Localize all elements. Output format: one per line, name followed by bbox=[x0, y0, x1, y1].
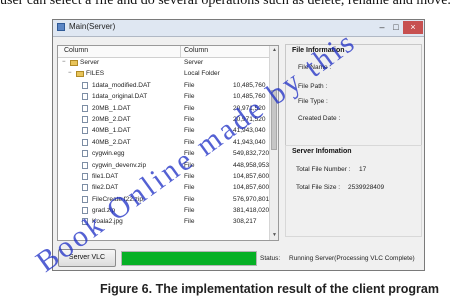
column-header-name[interactable]: Column bbox=[64, 47, 88, 54]
app-icon bbox=[57, 23, 65, 31]
tree-row-size: 308,217 bbox=[233, 218, 257, 226]
tree-row-name: Server bbox=[80, 59, 100, 66]
file-icon bbox=[82, 93, 88, 101]
tree-row-name: 20MB_2.DAT bbox=[92, 115, 131, 123]
close-button[interactable]: × bbox=[403, 21, 423, 34]
total-file-number-label: Total File Number : bbox=[296, 166, 351, 173]
tree-row-size: 448,958,953 bbox=[233, 161, 270, 169]
created-date-label: Created Date : bbox=[298, 115, 341, 122]
file-icon bbox=[82, 127, 88, 135]
status-label: Status: bbox=[260, 255, 281, 262]
file-icon bbox=[82, 104, 88, 112]
expander-icon[interactable]: − bbox=[68, 70, 72, 76]
tree-row-type: File bbox=[184, 93, 195, 101]
tree-rows: − Server Server − FILES Local Folder 1data_mod… bbox=[58, 58, 269, 229]
maximize-button[interactable]: □ bbox=[389, 21, 403, 34]
folder-icon bbox=[70, 60, 78, 66]
server-information-legend: Server Infomation bbox=[291, 148, 353, 155]
file-icon bbox=[82, 172, 88, 180]
tree-row-name: cygwin_devenv.zip bbox=[92, 161, 147, 169]
tree-row-size: 576,970,801 bbox=[233, 195, 270, 203]
file-icon bbox=[82, 161, 88, 169]
tree-row-type: File bbox=[184, 184, 195, 192]
tree-row-type: Local Folder bbox=[184, 70, 220, 78]
tree-row-size: 549,832,720 bbox=[233, 150, 270, 158]
total-file-number-value: 17 bbox=[359, 166, 367, 173]
tree-row-type: File bbox=[184, 104, 195, 112]
document-top-text: user can select a file and do several op… bbox=[0, 0, 451, 8]
file-icon bbox=[82, 150, 88, 158]
total-file-size-label: Total File Size : bbox=[296, 184, 341, 191]
minimize-button[interactable]: – bbox=[375, 21, 389, 34]
title-bar: Main(Server) – □ × bbox=[53, 20, 424, 37]
progress-bar bbox=[121, 251, 257, 266]
file-icon bbox=[82, 184, 88, 192]
tree-row-name: file1.DAT bbox=[92, 172, 119, 180]
tree-row[interactable]: − FILES Local Folder bbox=[58, 69, 269, 80]
column-separator[interactable] bbox=[180, 46, 181, 57]
tree-row-type: File bbox=[184, 81, 195, 89]
file-icon bbox=[82, 138, 88, 146]
expander-icon[interactable]: − bbox=[62, 59, 66, 65]
scroll-up-icon[interactable]: ▲ bbox=[270, 46, 278, 55]
tree-row-type: File bbox=[184, 115, 195, 123]
total-file-size-value: 2539928409 bbox=[348, 184, 385, 191]
tree-row-type: File bbox=[184, 218, 195, 226]
tree-row-name: 1data_modified.DAT bbox=[92, 81, 151, 89]
tree-row-size: 104,857,600 bbox=[233, 184, 270, 192]
file-type-label: File Type : bbox=[298, 98, 328, 105]
scroll-down-icon[interactable]: ▼ bbox=[270, 231, 278, 240]
tree-row-name: FILES bbox=[86, 70, 105, 78]
tree-row-size: 104,857,600 bbox=[233, 172, 270, 180]
file-icon bbox=[82, 195, 88, 203]
folder-icon bbox=[76, 71, 84, 78]
tree-row-type: Server bbox=[184, 59, 204, 66]
server-information-group: Server Infomation Total File Number : 17… bbox=[285, 145, 422, 237]
tree-row-name: 1data_original.DAT bbox=[92, 93, 148, 101]
tree-row-name: 40MB_2.DAT bbox=[92, 138, 131, 146]
tree-row-name: 20MB_1.DAT bbox=[92, 104, 131, 112]
status-text: Running Server(Processing VLC Complete) bbox=[289, 255, 415, 262]
tree-header: Column Column bbox=[58, 46, 269, 58]
tree-row-type: File bbox=[184, 195, 195, 203]
window-title: Main(Server) bbox=[69, 22, 116, 31]
figure-caption: Figure 6. The implementation result of t… bbox=[100, 282, 439, 296]
file-icon bbox=[82, 115, 88, 123]
tree-row-size: 381,418,020 bbox=[233, 207, 270, 215]
progress-fill bbox=[122, 252, 256, 265]
tree-row-name: 40MB_1.DAT bbox=[92, 127, 131, 135]
tree-row-type: File bbox=[184, 207, 195, 215]
column-header-type[interactable]: Column bbox=[184, 47, 208, 54]
tree-row-name: cygwin.egg bbox=[92, 150, 125, 158]
tree-row[interactable]: − Server Server bbox=[58, 58, 269, 69]
file-icon bbox=[82, 81, 88, 89]
tree-row[interactable]: 1data_modified.DAT File 10,485,760 bbox=[58, 81, 269, 92]
